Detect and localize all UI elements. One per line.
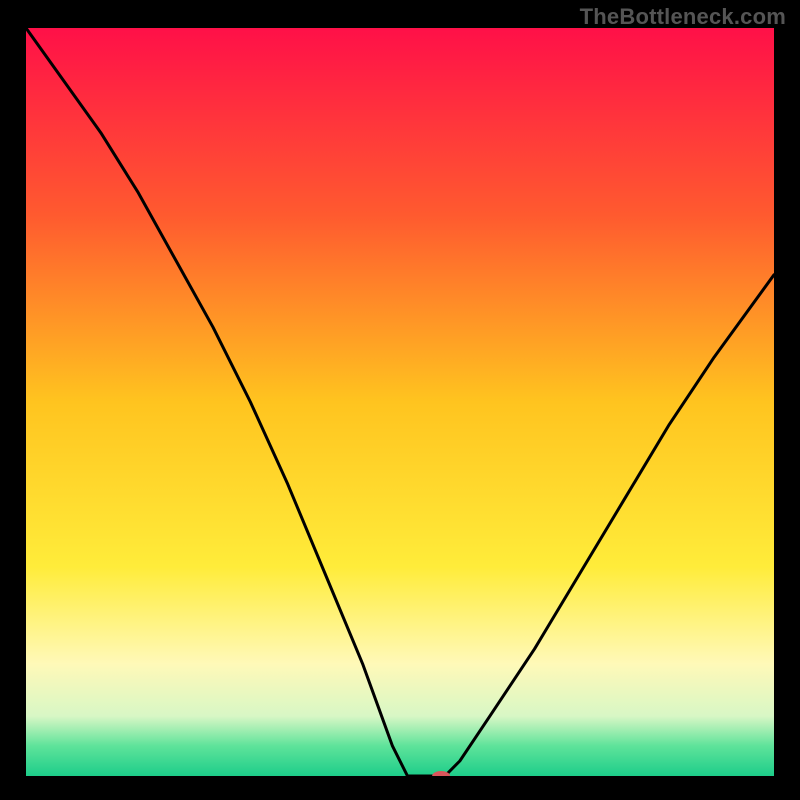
bottleneck-chart <box>26 28 774 776</box>
gradient-background <box>26 28 774 776</box>
watermark-text: TheBottleneck.com <box>580 4 786 30</box>
plot-area <box>26 28 774 776</box>
chart-frame: TheBottleneck.com <box>0 0 800 800</box>
